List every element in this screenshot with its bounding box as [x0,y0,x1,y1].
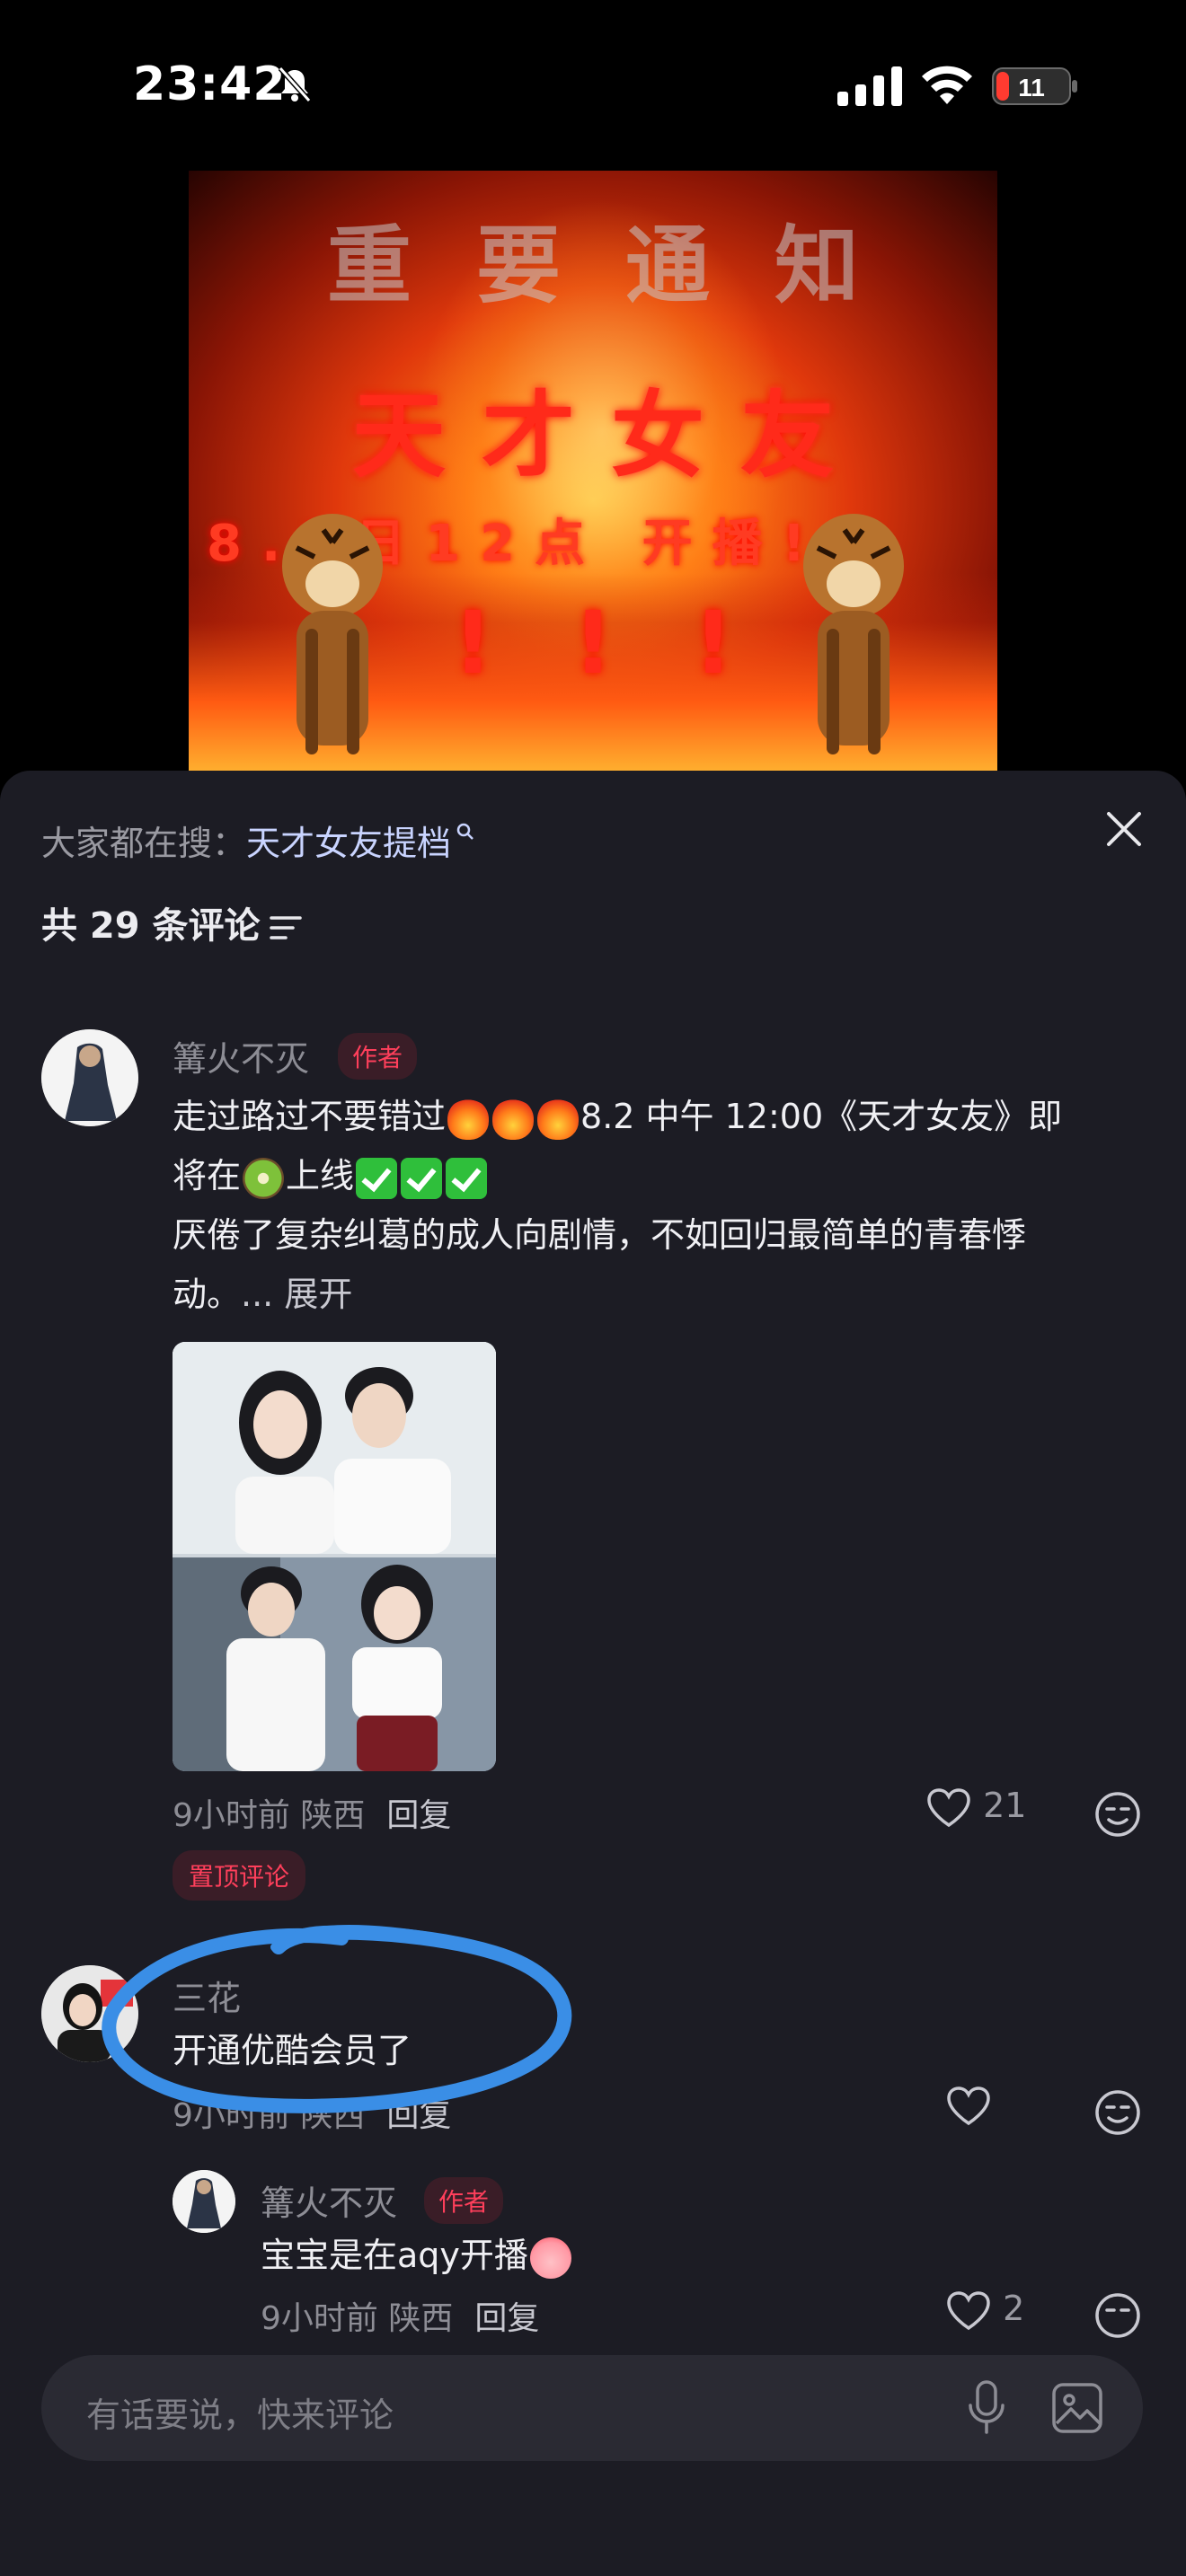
comment-username[interactable]: 篝火不灭 [261,2175,397,2225]
avatar[interactable] [41,1965,138,2062]
comment-meta: 9小时前 陕西 回复 [173,2089,451,2136]
check-emoji [401,1157,443,1199]
comment-text-part: 8.2 中午 12:00《天才女友》即 [580,1097,1063,1136]
check-emoji [446,1157,488,1199]
comment-text-part: 将在 [173,1156,242,1195]
comment-image[interactable] [173,1342,496,1771]
check-emoji [356,1157,398,1199]
status-bar: 23:42 11 [0,0,1186,171]
peach-face-emoji [529,2236,571,2279]
comment-meta: 9小时前 陕西 回复 [173,1789,451,1836]
fire-emoji [537,1098,580,1140]
fire-emoji [492,1098,535,1140]
pinned-badge: 置顶评论 [173,1850,306,1901]
kiwi-emoji [243,1157,285,1199]
comment-text-part: 动。 [173,1275,242,1314]
emoji-face-icon[interactable] [1094,2089,1141,2136]
comment-text: 走过路过不要错过 8.2 中午 12:00《天才女友》即 将在 上线 厌倦了复杂纠葛… [173,1087,1143,1324]
trending-search[interactable]: 大家都在搜：天才女友提档 [41,816,476,865]
comment-username[interactable]: 三花 [173,1971,241,2020]
reply-button[interactable]: 回复 [386,1797,451,1834]
avatar[interactable] [41,1029,138,1126]
filter-icon[interactable] [269,913,302,943]
reply-button[interactable]: 回复 [474,2300,539,2337]
image-icon[interactable] [1051,2382,1103,2434]
battery-icon: 11 [992,66,1078,106]
photo-top-frame [173,1342,496,1554]
battery-level: 11 [1018,74,1045,101]
comment-time: 9小时前 [173,2097,290,2134]
heart-icon [947,2086,990,2125]
author-tag: 作者 [338,1033,418,1080]
signal-icon [837,66,902,106]
comment-count[interactable]: 共 29 条评论 [41,896,302,948]
comment-text-part: 宝宝是在aqy开播 [261,2236,528,2275]
trending-search-keyword[interactable]: 天才女友提档 [246,824,451,863]
comment-text-part: 厌倦了复杂纠葛的成人向剧情，不如回归最简单的青春悸 [173,1215,1027,1255]
comment-location: 陕西 [388,2300,454,2337]
poster-title: 天才女友 [351,381,870,490]
comment-time: 9小时前 [261,2300,378,2337]
comment-text: 开通优酷会员了 [173,2031,412,2070]
poster-notice: 重要通知 [326,216,924,315]
comment-time: 9小时前 [173,1797,290,1834]
search-icon [456,823,474,840]
like-button[interactable]: 21 [925,1786,1026,1829]
like-count: 21 [983,1786,1027,1825]
trending-search-prefix: 大家都在搜： [41,824,247,863]
mic-icon[interactable] [967,2380,1006,2436]
photo-bottom-frame [173,1557,496,1771]
tiger-image [803,514,904,754]
comment-location: 陕西 [300,1797,366,1834]
emoji-face-icon[interactable] [1094,1791,1141,1838]
heart-icon [927,1787,970,1827]
avatar[interactable] [173,2170,235,2233]
comment-location: 陕西 [300,2097,366,2134]
comment-count-label: 共 29 条评论 [41,905,261,947]
like-button[interactable]: 2 [945,2289,1024,2332]
expand-link[interactable]: ... 展开 [241,1275,352,1314]
bell-slash-icon [278,66,312,102]
author-tag: 作者 [424,2177,504,2224]
comment-username[interactable]: 篝火不灭 [173,1031,309,1081]
comment-text-part: 走过路过不要错过 [173,1097,447,1136]
like-count: 2 [1003,2289,1025,2328]
fire-emoji [447,1098,490,1140]
status-time: 23:42 [133,57,287,111]
comment-meta: 9小时前 陕西 回复 [261,2292,539,2339]
reply-button[interactable]: 回复 [386,2097,451,2134]
comment-input[interactable]: 有话要说，快来评论 [41,2355,1143,2461]
comment-input-placeholder: 有话要说，快来评论 [86,2395,394,2435]
close-icon[interactable] [1102,807,1146,851]
comment-text: 宝宝是在aqy开播 [261,2226,573,2285]
like-button[interactable] [945,2084,992,2127]
video-poster[interactable]: 重要通知 天才女友 8.2日12点 开播! !!! [189,171,997,771]
heart-icon [947,2290,990,2330]
comment-text-part: 上线 [286,1156,355,1195]
wifi-icon [922,66,972,104]
comment-sheet: 大家都在搜：天才女友提档 共 29 条评论 篝火不灭 作者 走过路过不要错过 8.… [0,771,1186,2576]
tiger-image [282,514,383,754]
emoji-face-icon[interactable] [1094,2292,1141,2339]
